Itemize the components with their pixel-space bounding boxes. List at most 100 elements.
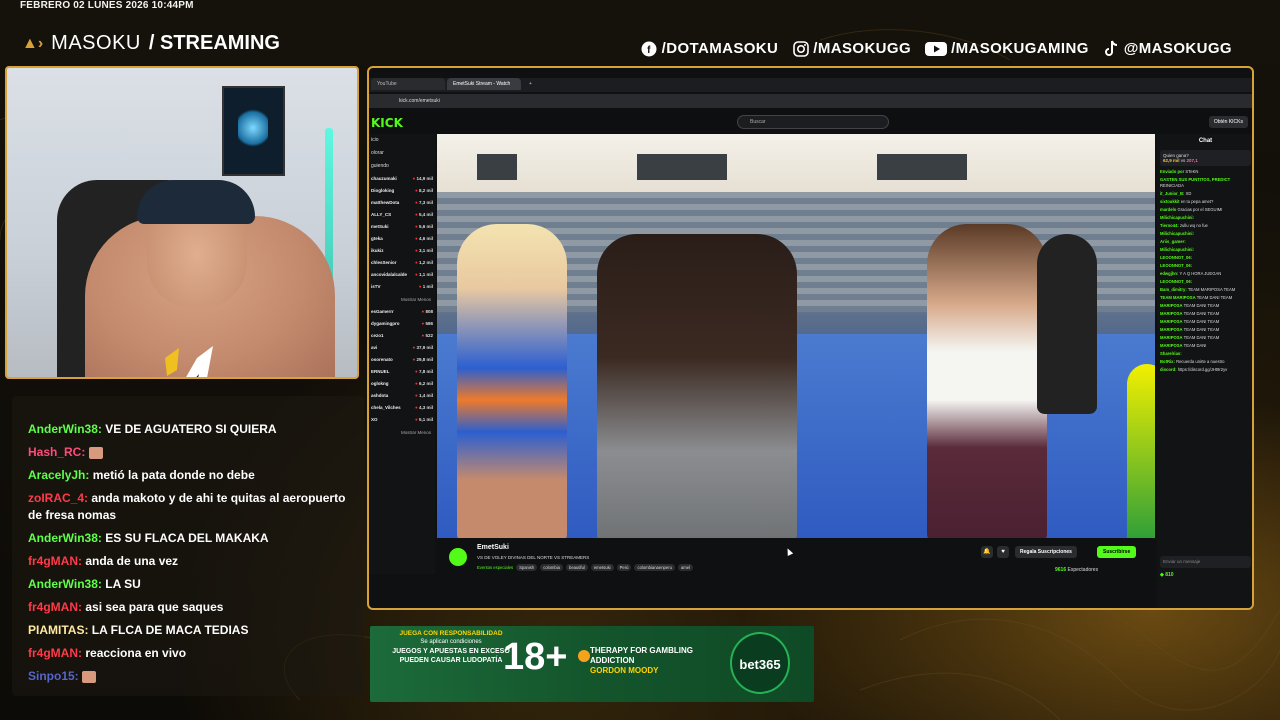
- tag[interactable]: emetsuki: [590, 564, 614, 571]
- points-display: ◆ 810: [1160, 572, 1174, 578]
- channel-item[interactable]: ERNUEL ● 7,8 mil: [369, 366, 435, 378]
- channel-viewer-count: 808: [425, 309, 433, 314]
- kick-chat-text: REINICIADA: [1160, 183, 1184, 188]
- kick-chat-text: TEAM DANI TEAM: [1183, 327, 1220, 332]
- channel-item[interactable]: metSuki ● 5,6 mil: [369, 221, 435, 233]
- get-kicks-button[interactable]: Obtén KICKs: [1208, 116, 1248, 128]
- channel-item[interactable]: osorenato ● 29,8 mil: [369, 354, 435, 366]
- channel-name: isTV: [371, 284, 381, 289]
- channel-item[interactable]: gteka ● 4,6 mil: [369, 233, 435, 245]
- kick-chat-message: Milichicapuchini:: [1157, 214, 1252, 222]
- prediction-values: 62,9 mil vs 207,1: [1163, 158, 1248, 163]
- tab-youtube[interactable]: YouTube: [371, 78, 445, 90]
- browser-window: YouTube EmetSuki Stream - Watch + kick.c…: [367, 66, 1254, 610]
- tag[interactable]: colombianaenperu: [634, 564, 675, 571]
- gym-wall: [437, 134, 1155, 194]
- tag[interactable]: amel: [677, 564, 694, 571]
- instagram-handle: /MASOKUGG: [813, 40, 912, 57]
- show-less-link[interactable]: Mostrar Menos: [369, 293, 435, 306]
- new-tab-button[interactable]: +: [523, 78, 537, 90]
- kick-chat-user: it_Junior_B:: [1160, 191, 1185, 196]
- channel-item[interactable]: avi ● 37,9 mil: [369, 342, 435, 354]
- channel-item[interactable]: ALLY_CS ● 5,4 mil: [369, 209, 435, 221]
- channel-viewers: ● 1,1 mil: [415, 269, 433, 281]
- channel-name: XO: [371, 417, 378, 422]
- chat-username: fr4gMAN:: [28, 554, 82, 568]
- chat-text: anda de una vez: [85, 554, 179, 568]
- chat-username: Hash_RC:: [28, 445, 86, 459]
- search-input[interactable]: Buscar: [737, 115, 889, 129]
- stream-video[interactable]: [437, 134, 1155, 538]
- nav-explorar[interactable]: olorar: [369, 147, 435, 160]
- channel-item[interactable]: Diogloking ● 8,2 mil: [369, 185, 435, 197]
- channel-item[interactable]: ancovidalalcalde ● 1,1 mil: [369, 269, 435, 281]
- channel-item[interactable]: chela_Vilches ● 4,3 mil: [369, 402, 435, 414]
- channel-viewer-count: 29,8 mil: [416, 357, 433, 362]
- chat-username: zoIRAC_4:: [28, 491, 89, 505]
- kick-chat-message: Milichicapuchini:: [1157, 246, 1252, 254]
- tab-kick-stream[interactable]: EmetSuki Stream - Watch: [447, 78, 521, 90]
- chat-message: fr4gMAN: reacciona en vivo: [20, 642, 360, 665]
- kick-chat-user: MARIPOSA: [1160, 319, 1183, 324]
- nav-inicio[interactable]: icio: [369, 134, 435, 147]
- arrow-icon: ▲›: [22, 34, 44, 52]
- channel-viewers: ● 7,8 mil: [415, 366, 433, 378]
- kick-chat-message: MARIPOSA TEAM DANI TEAM: [1157, 334, 1252, 342]
- channel-viewers: ● 37,9 mil: [413, 342, 433, 354]
- category-link[interactable]: Eventos especiales: [477, 564, 513, 571]
- channel-name: ancovidalalcalde: [371, 272, 408, 277]
- channel-item[interactable]: matthewDota ● 7,3 mil: [369, 197, 435, 209]
- tag[interactable]: beautiful: [566, 564, 588, 571]
- bell-icon[interactable]: 🔔: [981, 546, 993, 558]
- masoku-logo-icon: [165, 346, 213, 377]
- channel-viewers: ● 5,1 mil: [415, 414, 433, 426]
- prediction-left: 62,9 mil: [1163, 158, 1180, 163]
- kick-logo[interactable]: KICK: [371, 116, 403, 130]
- chat-username: fr4gMAN:: [28, 600, 82, 614]
- kick-chat-user: MARIPOSA: [1160, 311, 1183, 316]
- show-less-link-2[interactable]: Mostrar Menos: [369, 426, 435, 439]
- channel-viewers: ● 7,3 mil: [415, 197, 433, 209]
- channel-item[interactable]: oglokng ● 6,2 mil: [369, 378, 435, 390]
- channel-item[interactable]: chlesSenior ● 1,2 mil: [369, 257, 435, 269]
- youtube-handle: /MASOKUGAMING: [951, 40, 1089, 57]
- channel-item[interactable]: isTV ● 1 mil: [369, 281, 435, 293]
- channel-item[interactable]: chauzumaki ● 14,9 mil: [369, 173, 435, 185]
- channel-item[interactable]: esGamerrr ● 808: [369, 306, 435, 318]
- channel-name: dygamingpro: [371, 321, 400, 326]
- subscribe-button[interactable]: Suscribirse: [1097, 546, 1137, 558]
- points-icon: ◆: [1160, 572, 1164, 578]
- channel-item[interactable]: XO ● 5,1 mil: [369, 414, 435, 426]
- chat-input[interactable]: Enviar un mensaje: [1160, 556, 1251, 568]
- channel-item[interactable]: cezo1 ● 522: [369, 330, 435, 342]
- prediction-box[interactable]: Quien gana? 62,9 mil vs 207,1: [1160, 150, 1251, 166]
- kick-chat-user: sixtoukkit: [1160, 199, 1180, 204]
- nav-siguiendo[interactable]: guiendo: [369, 160, 435, 173]
- prediction-right: 207,1: [1186, 158, 1198, 163]
- kick-chat-user: Enviado por: [1160, 169, 1185, 174]
- streamer-name[interactable]: EmetSuki: [477, 544, 509, 551]
- streamer-cap: [137, 180, 255, 224]
- channel-item[interactable]: ikukiz ● 3,1 mil: [369, 245, 435, 257]
- bet365-ad-banner[interactable]: JUEGA CON RESPONSABILIDAD Se aplican con…: [370, 626, 814, 702]
- webcam-feed: [5, 66, 359, 379]
- chat-message: PIAMITAS: LA FLCA DE MACA TEDIAS: [20, 619, 360, 642]
- heart-icon[interactable]: ♥: [997, 546, 1009, 558]
- streamer-avatar[interactable]: [447, 546, 469, 568]
- gift-subs-button[interactable]: Regala Suscripciones: [1015, 546, 1077, 558]
- stream-chat: AnderWin38: VE DE AGUATERO SI QUIERA Hash…: [20, 418, 360, 688]
- channel-item[interactable]: dygamingpro ● 586: [369, 318, 435, 330]
- person-background: [1037, 234, 1097, 414]
- channel-name: chela_Vilches: [371, 405, 401, 410]
- address-bar[interactable]: kick.com/emetsuki: [369, 94, 1252, 108]
- brand-suffix: / STREAMING: [148, 32, 280, 54]
- channel-viewers: ● 5,4 mil: [415, 209, 433, 221]
- kick-chat-text: STeKN: [1185, 169, 1199, 174]
- tag[interactable]: Perú: [616, 564, 632, 571]
- channel-item[interactable]: ashdota ● 1,4 mil: [369, 390, 435, 402]
- tag[interactable]: Spanish: [516, 564, 538, 571]
- kick-chat-message: Sharelrias:: [1157, 350, 1252, 358]
- kick-chat-message: MARIPOSA TEAM DANI TEAM: [1157, 326, 1252, 334]
- tag[interactable]: colombia: [540, 564, 563, 571]
- prediction-vs: vs: [1180, 158, 1186, 163]
